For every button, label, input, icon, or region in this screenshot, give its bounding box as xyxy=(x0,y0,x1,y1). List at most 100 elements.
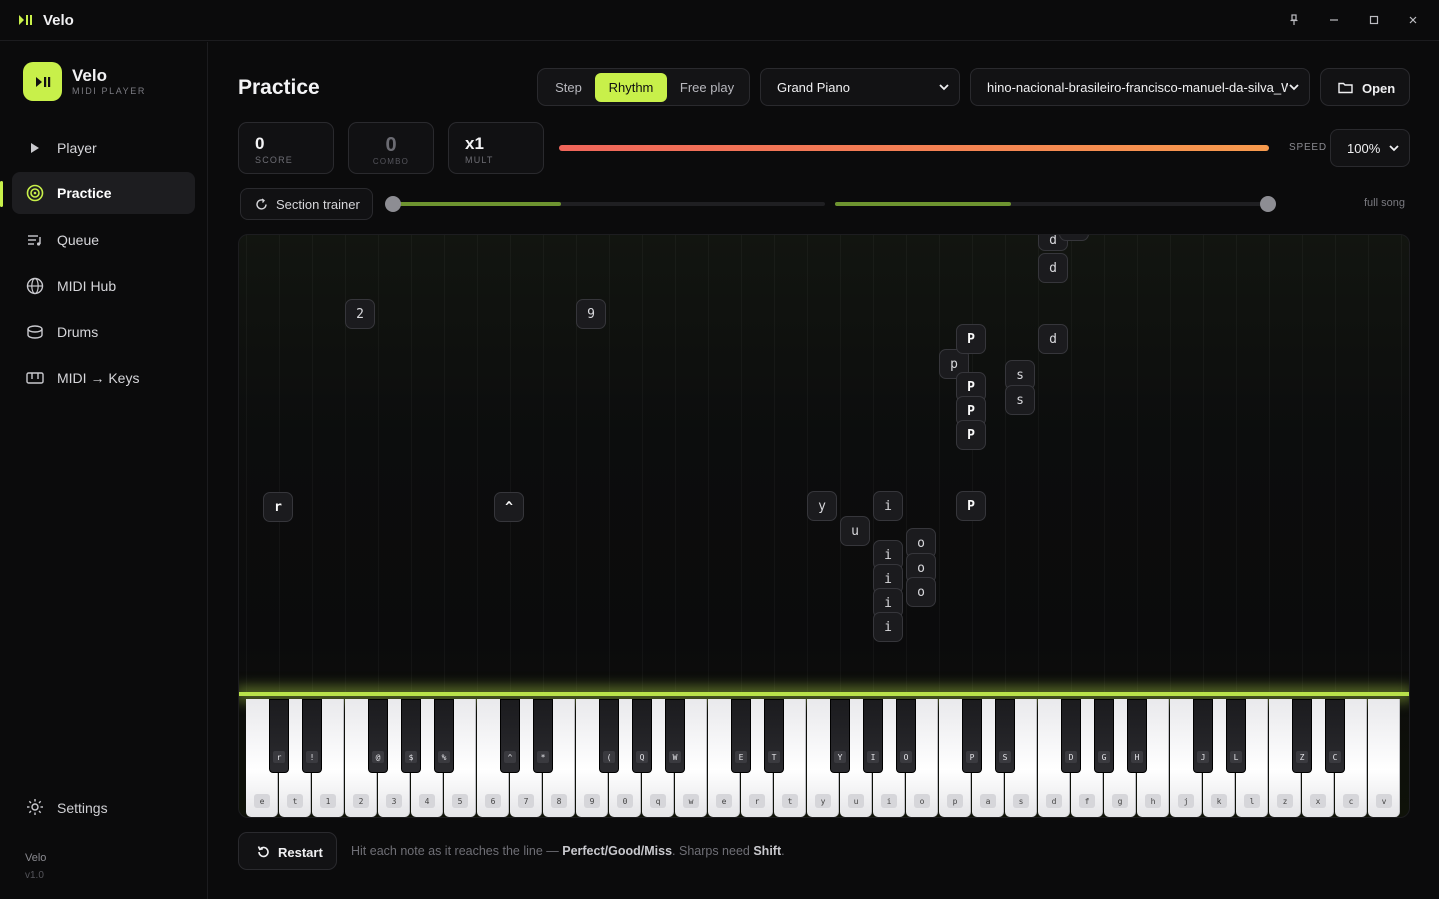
chevron-down-icon xyxy=(938,81,950,96)
lane-divider xyxy=(312,235,313,695)
sidebar-item-player[interactable]: Player xyxy=(12,127,195,169)
open-button[interactable]: Open xyxy=(1320,68,1410,106)
song-select[interactable]: hino-nacional-brasileiro-francisco-manue… xyxy=(970,68,1310,106)
black-key[interactable]: E xyxy=(731,699,751,773)
black-key[interactable]: L xyxy=(1226,699,1246,773)
lane-divider xyxy=(1038,235,1039,695)
black-key[interactable]: * xyxy=(533,699,553,773)
lane-divider xyxy=(1005,235,1006,695)
note-lanes xyxy=(239,235,1409,695)
black-key[interactable]: D xyxy=(1061,699,1081,773)
lane-divider xyxy=(411,235,412,695)
key-label: H xyxy=(1131,751,1143,763)
black-key[interactable]: I xyxy=(863,699,883,773)
keyboard-icon xyxy=(26,369,44,387)
key-label: Z xyxy=(1296,751,1308,763)
black-key[interactable]: P xyxy=(962,699,982,773)
key-label: f xyxy=(1079,794,1095,808)
mode-switch: Step Rhythm Free play xyxy=(537,68,750,106)
song-value: hino-nacional-brasileiro-francisco-manue… xyxy=(987,79,1294,95)
section-trainer-button[interactable]: Section trainer xyxy=(240,188,373,220)
black-key[interactable]: ( xyxy=(599,699,619,773)
lane-divider xyxy=(1071,235,1072,695)
speed-select[interactable]: 100% xyxy=(1330,129,1410,167)
key-label: k xyxy=(1211,794,1227,808)
black-key[interactable]: O xyxy=(896,699,916,773)
sidebar-item-midi-hub[interactable]: MIDI Hub xyxy=(12,265,195,307)
maximize-icon[interactable] xyxy=(1361,8,1387,32)
key-label: I xyxy=(867,751,879,763)
instrument-select[interactable]: Grand Piano xyxy=(760,68,960,106)
lane-divider xyxy=(708,235,709,695)
sidebar-item-midi-keys[interactable]: MIDI → Keys xyxy=(12,357,195,399)
footer-app-name: Velo xyxy=(25,852,47,864)
key-label: l xyxy=(1244,794,1260,808)
black-key[interactable]: H xyxy=(1127,699,1147,773)
mode-rhythm-button[interactable]: Rhythm xyxy=(595,73,667,102)
close-icon[interactable] xyxy=(1400,8,1426,32)
falling-note: u xyxy=(840,516,870,546)
instrument-value: Grand Piano xyxy=(777,79,850,95)
sidebar-item-drums[interactable]: Drums xyxy=(12,311,195,353)
black-key[interactable]: J xyxy=(1193,699,1213,773)
combo-stat: 0 COMBO xyxy=(348,122,434,174)
note-highway: 2 9 r ^ d d d p P P P P s s y u i i i i … xyxy=(238,234,1410,818)
sidebar-item-queue[interactable]: Queue xyxy=(12,219,195,261)
key-label: j xyxy=(1178,794,1194,808)
key-label: 0 xyxy=(617,794,633,808)
song-progress-bar[interactable] xyxy=(559,145,1269,151)
combo-label: COMBO xyxy=(372,157,410,166)
key-label: E xyxy=(735,751,747,763)
pin-icon[interactable] xyxy=(1281,8,1307,32)
hint-shift: Shift xyxy=(753,844,782,858)
key-label: z xyxy=(1277,794,1293,808)
black-key[interactable]: S xyxy=(995,699,1015,773)
key-label: D xyxy=(1065,751,1077,763)
key-label: ! xyxy=(306,751,318,763)
sidebar-item-settings[interactable]: Settings xyxy=(12,788,195,828)
section-end-thumb[interactable] xyxy=(1260,196,1276,212)
app-logo-icon xyxy=(18,13,34,27)
white-key[interactable]: v xyxy=(1368,699,1400,817)
black-key[interactable]: T xyxy=(764,699,784,773)
key-label: r xyxy=(749,794,765,808)
window-title: Velo xyxy=(43,12,74,29)
minimize-icon[interactable] xyxy=(1321,8,1347,32)
black-key[interactable]: C xyxy=(1325,699,1345,773)
black-key[interactable]: % xyxy=(434,699,454,773)
score-label: SCORE xyxy=(255,155,294,165)
key-label: d xyxy=(1046,794,1062,808)
black-key[interactable]: Q xyxy=(632,699,652,773)
key-label: 2 xyxy=(353,794,369,808)
key-label: h xyxy=(1145,794,1161,808)
black-key[interactable]: G xyxy=(1094,699,1114,773)
black-key[interactable]: $ xyxy=(401,699,421,773)
section-start-thumb[interactable] xyxy=(385,196,401,212)
black-key[interactable]: Y xyxy=(830,699,850,773)
sidebar-item-practice[interactable]: Practice xyxy=(12,172,195,214)
black-key[interactable]: r xyxy=(269,699,289,773)
open-label: Open xyxy=(1362,81,1396,96)
multiplier-stat: x1 MULT xyxy=(448,122,544,174)
target-icon xyxy=(26,184,44,202)
mode-free-play-button[interactable]: Free play xyxy=(669,73,745,102)
hint-perfect: Perfect xyxy=(562,844,605,858)
black-key[interactable]: @ xyxy=(368,699,388,773)
key-label: p xyxy=(947,794,963,808)
key-label: 1 xyxy=(320,794,336,808)
key-label: Y xyxy=(834,751,846,763)
lane-divider xyxy=(510,235,511,695)
black-key[interactable]: Z xyxy=(1292,699,1312,773)
lane-divider xyxy=(642,235,643,695)
speed-value: 100% xyxy=(1347,140,1381,156)
key-label: 4 xyxy=(419,794,435,808)
key-label: g xyxy=(1112,794,1128,808)
black-key[interactable]: ^ xyxy=(500,699,520,773)
black-key[interactable]: W xyxy=(665,699,685,773)
lane-divider xyxy=(906,235,907,695)
black-key[interactable]: ! xyxy=(302,699,322,773)
restart-button[interactable]: Restart xyxy=(238,832,337,870)
drum-icon xyxy=(26,323,44,341)
lane-divider xyxy=(939,235,940,695)
mode-step-button[interactable]: Step xyxy=(542,73,595,102)
